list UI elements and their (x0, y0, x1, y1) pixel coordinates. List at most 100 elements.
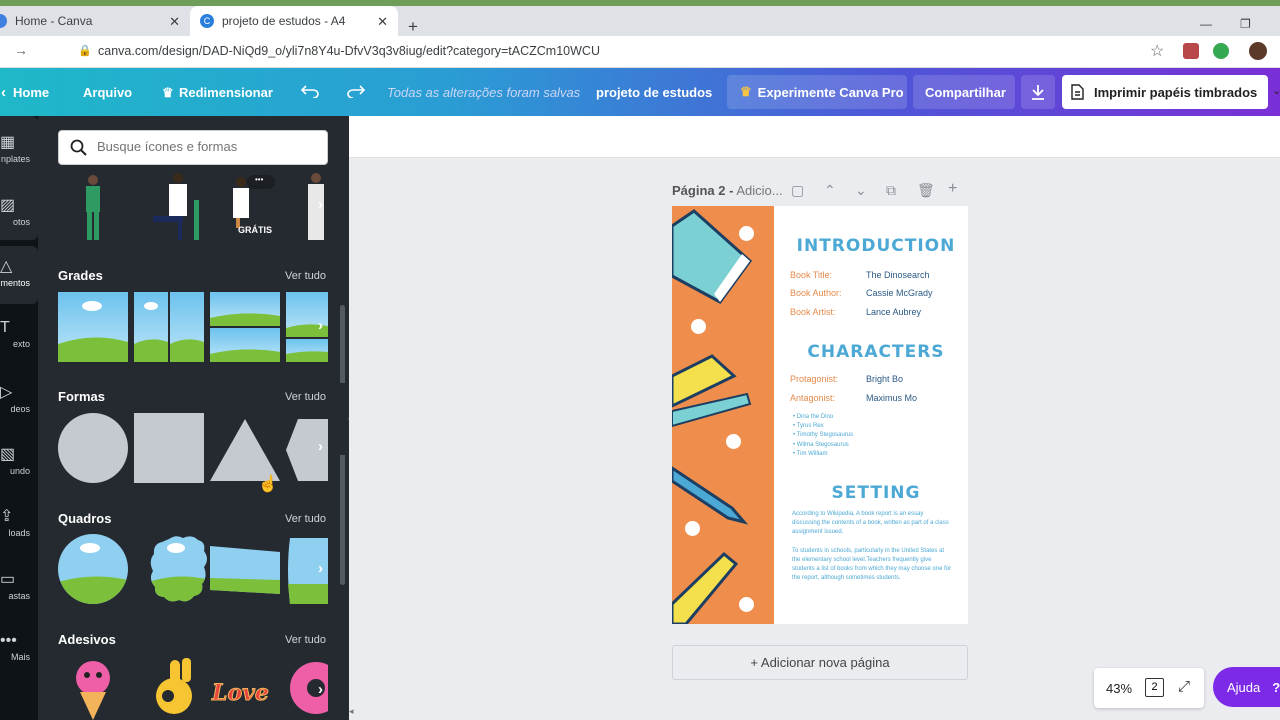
rail-item-more[interactable]: ••• Mais (0, 632, 38, 692)
bookmark-star-icon[interactable]: ☆ (1150, 41, 1164, 61)
page-title-input[interactable]: Adicio... (736, 183, 782, 198)
help-button[interactable]: Ajuda ? (1213, 667, 1280, 707)
grid-two-columns[interactable] (134, 292, 204, 362)
share-button[interactable]: Compartilhar (913, 75, 1015, 109)
page-count-button[interactable]: 2 (1145, 678, 1164, 697)
add-page-icon[interactable]: + (948, 180, 957, 198)
rail-label: exto (12, 339, 30, 349)
triangle-shape[interactable] (210, 419, 280, 481)
print-letterhead-button[interactable]: Imprimir papéis timbrados (1062, 75, 1268, 109)
book-artist-label: Book Artist: (790, 307, 836, 317)
text-icon: T (0, 319, 10, 336)
see-all-stickers-link[interactable]: Ver tudo (285, 634, 326, 646)
square-shape[interactable] (134, 413, 204, 483)
scroll-right-chevron-icon[interactable]: › (318, 438, 332, 458)
design-page[interactable]: INTRODUCTION Book Title: The Dinosearch … (672, 206, 968, 624)
chevron-down-icon[interactable]: ⌄ (1272, 84, 1280, 97)
scroll-right-chevron-icon[interactable]: › (318, 681, 332, 701)
rail-item-video[interactable]: ▷ deos (0, 382, 38, 442)
tab-projeto-de-estudos[interactable]: C projeto de estudos - A4 ✕ (190, 6, 398, 36)
ice-cream-sticker[interactable] (76, 661, 110, 720)
redo-icon[interactable] (347, 84, 365, 98)
back-chevron-icon[interactable]: ‹ (1, 84, 6, 101)
see-all-grids-link[interactable]: Ver tudo (285, 270, 326, 282)
scalloped-frame[interactable] (148, 534, 210, 604)
delete-page-icon[interactable]: 🗑 (917, 182, 935, 199)
see-all-frames-link[interactable]: Ver tudo (285, 513, 326, 525)
try-canva-pro-button[interactable]: ♛ Experimente Canva Pro (727, 75, 907, 109)
folders-icon: ▭ (0, 571, 16, 588)
list-item: • Tim William (793, 450, 828, 457)
rail-item-elements[interactable]: △ mentos (0, 246, 38, 304)
scientist-illustration[interactable] (153, 173, 199, 240)
profile-avatar[interactable] (1249, 42, 1267, 60)
download-button[interactable] (1021, 75, 1055, 109)
see-all-shapes-link[interactable]: Ver tudo (285, 391, 326, 403)
nurse-illustration[interactable] (233, 177, 249, 228)
scroll-right-chevron-icon[interactable]: › (318, 560, 332, 580)
list-item-text: Tyrus Rex (796, 423, 824, 430)
zoom-level[interactable]: 43% (1106, 681, 1132, 696)
close-tab-icon[interactable]: ✕ (169, 14, 180, 30)
home-link[interactable]: Home (13, 85, 49, 100)
close-tab-icon[interactable]: ✕ (377, 14, 388, 30)
search-field[interactable] (58, 130, 328, 165)
grid-single[interactable] (58, 292, 128, 362)
add-new-page-button[interactable]: + Adicionar nova página (672, 645, 968, 680)
minimize-icon[interactable]: — (1200, 17, 1212, 31)
lock-icon[interactable]: 🔒 (78, 44, 92, 57)
notes-icon[interactable]: ▢ (791, 182, 804, 199)
more-icon: ••• (0, 632, 17, 649)
print-label: Imprimir papéis timbrados (1094, 84, 1258, 100)
file-menu[interactable]: Arquivo (83, 85, 132, 100)
list-item: • Timothy Stegosaurus (793, 432, 854, 439)
rail-item-background[interactable]: ▧ undo (0, 444, 38, 504)
ok-hand-sticker[interactable] (156, 658, 192, 714)
duplicate-page-icon[interactable]: ⧉ (886, 182, 896, 199)
list-item-text: Timothy Stegosaurus (796, 432, 854, 439)
rail-label: astas (8, 591, 30, 601)
move-down-icon[interactable]: ⌄ (855, 182, 867, 199)
tab-home-canva[interactable]: Home - Canva ✕ (0, 6, 190, 36)
character-list: • Dina the Dino • Tyrus Rex • Timothy St… (793, 413, 853, 459)
circle-shape[interactable] (58, 413, 128, 483)
section-title-frames: Quadros (58, 511, 112, 526)
stickers-row: Love (76, 658, 328, 720)
list-item: • Dina the Dino (793, 414, 834, 420)
fullscreen-icon[interactable]: ⤢ (1178, 678, 1190, 695)
love-sticker[interactable]: Love (211, 680, 270, 707)
polka-dot (739, 226, 754, 241)
restore-icon[interactable]: ❐ (1240, 17, 1251, 31)
scroll-left-icon[interactable]: ◂ (349, 706, 354, 717)
skewed-frame[interactable] (210, 546, 280, 594)
scroll-right-chevron-icon[interactable]: › (318, 196, 332, 216)
help-label: Ajuda (1227, 679, 1261, 695)
book-title-value: The Dinosearch (866, 270, 930, 280)
free-badge: GRÁTIS (238, 225, 273, 235)
illustrations-row (86, 173, 324, 240)
search-input[interactable] (97, 139, 317, 154)
new-tab-button[interactable]: + (408, 17, 418, 37)
doctor-illustration[interactable] (86, 175, 100, 240)
rail-item-templates[interactable]: ▦ nplates (0, 132, 38, 192)
extension-icon[interactable] (1213, 43, 1229, 59)
introduction-heading: INTRODUCTION (796, 236, 956, 256)
scroll-right-chevron-icon[interactable]: › (318, 317, 332, 337)
pdf-extension-icon[interactable] (1183, 43, 1199, 59)
elements-icon: △ (0, 258, 13, 275)
protagonist-label: Protagonist: (790, 374, 839, 384)
rail-item-uploads[interactable]: ⇪ loads (0, 506, 38, 566)
protagonist-value: Bright Bo (866, 374, 904, 384)
rail-label: deos (10, 404, 30, 414)
project-title[interactable]: projeto de estudos (596, 85, 712, 100)
resize-menu[interactable]: Redimensionar (179, 85, 273, 100)
rail-item-folders[interactable]: ▭ astas (0, 569, 38, 629)
rail-item-text[interactable]: T exto (0, 319, 38, 379)
circle-frame[interactable] (58, 534, 128, 604)
url-text[interactable]: canva.com/design/DAD-NiQd9_o/yli7n8Y4u-D… (98, 44, 600, 58)
move-up-icon[interactable]: ⌃ (824, 182, 836, 199)
undo-icon[interactable] (301, 84, 319, 98)
grid-two-rows[interactable] (210, 292, 280, 362)
list-item-text: Dina the Dino (796, 414, 834, 420)
forward-icon[interactable]: → (14, 42, 28, 58)
